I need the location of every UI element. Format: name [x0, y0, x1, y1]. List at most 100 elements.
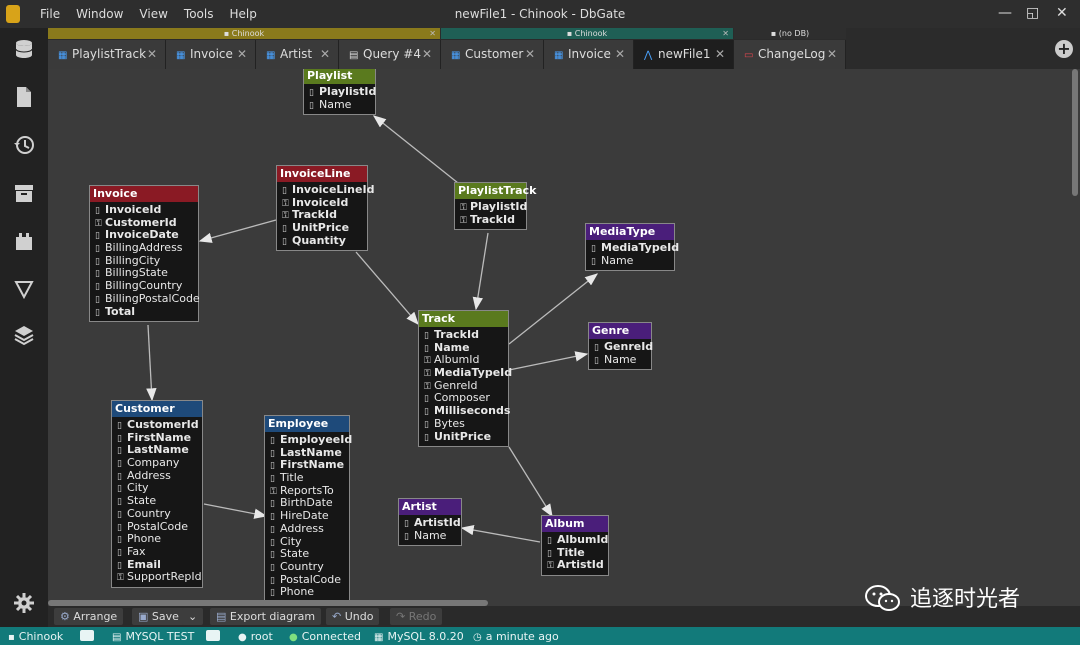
close-tab-icon[interactable]: ✕: [147, 40, 157, 68]
column-name: CustomerId: [127, 418, 199, 431]
diagram-canvas[interactable]: Playlist ▯ PlaylistId ▯ Name InvoiceLine ▯ Inv…: [48, 69, 1080, 606]
close-group-icon[interactable]: ✕: [722, 28, 729, 39]
table-header[interactable]: Playlist: [304, 69, 375, 84]
database-icon[interactable]: [12, 38, 36, 62]
status-db-engine-icon: [80, 630, 94, 644]
plugin-icon[interactable]: [12, 230, 36, 254]
column-icon: ▯: [594, 343, 599, 353]
tab-newfile1[interactable]: ⋀ newFile1 ✕: [634, 40, 734, 69]
column-row[interactable]: ▯ Name: [399, 529, 461, 543]
archive-icon[interactable]: [12, 182, 36, 206]
table-header[interactable]: Genre: [589, 323, 651, 339]
table-invoiceline[interactable]: InvoiceLine ▯ InvoiceLineId ⚿ InvoiceId ⚿ Trac…: [276, 165, 374, 252]
close-group-icon[interactable]: ✕: [429, 28, 436, 39]
table-header[interactable]: InvoiceLine: [277, 166, 367, 182]
maximize-button[interactable]: ◱: [1026, 5, 1039, 21]
column-row[interactable]: ⚿ SupportRepId: [112, 570, 202, 584]
watermark-text: 追逐时光者: [910, 587, 1021, 612]
status-server: ▦ MySQL 8.0.20: [374, 630, 464, 643]
table-track[interactable]: Track ▯ TrackId ▯ Name ⚿ AlbumId ⚿ MediaTypeId ⚿ G…: [418, 310, 512, 448]
table-icon: ▦: [451, 50, 461, 61]
undo-button[interactable]: ↶ Undo: [326, 608, 380, 625]
layers-icon[interactable]: [12, 324, 36, 348]
column-row[interactable]: ▯ Quantity: [277, 233, 367, 248]
column-row[interactable]: ⚿ ArtistId: [542, 559, 608, 572]
column-row[interactable]: ▯ Name: [586, 254, 674, 268]
table-header[interactable]: Employee: [265, 416, 349, 432]
table-playlisttrack[interactable]: PlaylistTrack ⚿ PlaylistId ⚿ TrackId: [454, 182, 536, 231]
column-row[interactable]: ▯ Phone: [265, 585, 349, 599]
close-tab-icon[interactable]: ✕: [715, 40, 725, 68]
table-artist[interactable]: Artist ▯ ArtistId ▯ Name: [398, 498, 462, 547]
table-header[interactable]: Artist: [399, 499, 461, 515]
table-genre[interactable]: Genre ▯ GenreId ▯ Name: [588, 322, 653, 371]
table-header[interactable]: Track: [419, 311, 508, 327]
save-dropdown-button[interactable]: ⌄: [182, 608, 204, 625]
history-icon[interactable]: [12, 134, 36, 158]
redo-button[interactable]: ↷ Redo: [390, 608, 443, 625]
file-icon[interactable]: [12, 86, 36, 110]
minimize-button[interactable]: —: [998, 5, 1012, 21]
column-row[interactable]: ▯ Total: [90, 305, 198, 319]
column-row[interactable]: ▯ Address: [265, 522, 349, 536]
table-header[interactable]: Invoice: [90, 186, 198, 202]
column-name: Quantity: [292, 233, 346, 247]
column-name: Composer: [434, 391, 490, 405]
chevron-down-icon: ⌄: [188, 610, 198, 623]
column-list: ▯ MediaTypeId ▯ Name: [586, 240, 679, 270]
close-tab-icon[interactable]: ✕: [615, 40, 625, 68]
column-name: Name: [604, 352, 637, 366]
status-connection[interactable]: ▤ MYSQL TEST: [112, 630, 194, 643]
relation-track-album: [508, 446, 553, 518]
close-tab-icon[interactable]: ✕: [827, 40, 837, 68]
undo-icon: ↶: [332, 610, 345, 623]
table-header[interactable]: MediaType: [586, 224, 674, 240]
table-header[interactable]: Album: [542, 516, 608, 532]
column-row[interactable]: ▯ Name: [589, 352, 651, 367]
table-invoice[interactable]: Invoice ▯ InvoiceId ⚿ CustomerId ▯ InvoiceDate…: [89, 185, 200, 323]
column-name: State: [127, 494, 157, 508]
close-tab-icon[interactable]: ✕: [422, 40, 432, 68]
tab-artist[interactable]: ▦ Artist ✕: [256, 40, 339, 69]
tab-invoice-2[interactable]: ▦ Invoice ✕: [544, 40, 634, 69]
arrange-button[interactable]: ⚙ Arrange: [54, 608, 124, 625]
column-row[interactable]: ▯ Phone: [112, 532, 202, 546]
column-name: Name: [434, 340, 470, 354]
close-tab-icon[interactable]: ✕: [320, 40, 330, 68]
table-icon: ▭: [744, 50, 754, 61]
status-database[interactable]: ▪ Chinook: [8, 630, 63, 643]
close-tab-icon[interactable]: ✕: [237, 40, 247, 68]
column-name: PlaylistId: [470, 200, 528, 213]
column-row[interactable]: ⚿ TrackId: [455, 213, 526, 227]
column-row[interactable]: ▯ City: [112, 482, 202, 495]
tab-query-4[interactable]: ▤ Query #4 ✕: [339, 40, 441, 69]
column-row[interactable]: ▯ Address: [112, 469, 202, 483]
save-button[interactable]: ▣ Save: [132, 608, 185, 625]
table-customer[interactable]: Customer ▯ CustomerId ▯ FirstName ▯ LastName ▯ C…: [111, 400, 203, 588]
tab-label: Invoice: [568, 47, 611, 61]
table-header[interactable]: Customer: [112, 401, 202, 417]
settings-icon[interactable]: [12, 592, 36, 616]
status-state-label: Connected: [301, 630, 361, 643]
close-tab-icon[interactable]: ✕: [525, 40, 535, 68]
table-icon: ▦: [176, 50, 186, 61]
column-list: ⚿ PlaylistId ⚿ TrackId: [455, 199, 528, 229]
table-employee[interactable]: Employee ▯ EmployeeId ▯ LastName ▯ FirstName ▯ T…: [264, 415, 352, 603]
tab-playlisttrack[interactable]: ▦ PlaylistTrack ✕: [48, 40, 166, 69]
export-diagram-button[interactable]: ▤ Export diagram: [210, 608, 322, 625]
relation-playlisttrack-track: [472, 232, 489, 311]
table-playlist[interactable]: Playlist ▯ PlaylistId ▯ Name: [303, 69, 376, 116]
table-mediatype[interactable]: MediaType ▯ MediaTypeId ▯ Name: [585, 223, 679, 272]
table-header[interactable]: PlaylistTrack: [455, 183, 536, 199]
tab-customer[interactable]: ▦ Customer ✕: [441, 40, 544, 69]
tab-changelog[interactable]: ▭ ChangeLog ✕: [734, 40, 846, 69]
tab-invoice[interactable]: ▦ Invoice ✕: [166, 40, 256, 69]
vertical-scrollbar[interactable]: [1072, 69, 1078, 196]
column-row[interactable]: ▯ UnitPrice: [419, 430, 508, 444]
table-album[interactable]: Album ▯ AlbumId ▯ Title ⚿ ArtistId: [541, 515, 609, 577]
close-window-button[interactable]: ✕: [1056, 5, 1068, 21]
add-tab-button[interactable]: +: [1055, 40, 1073, 58]
column-row[interactable]: ▯ FirstName: [265, 459, 349, 472]
filter-icon[interactable]: [12, 278, 36, 302]
column-row[interactable]: ▯ Name: [304, 98, 375, 112]
